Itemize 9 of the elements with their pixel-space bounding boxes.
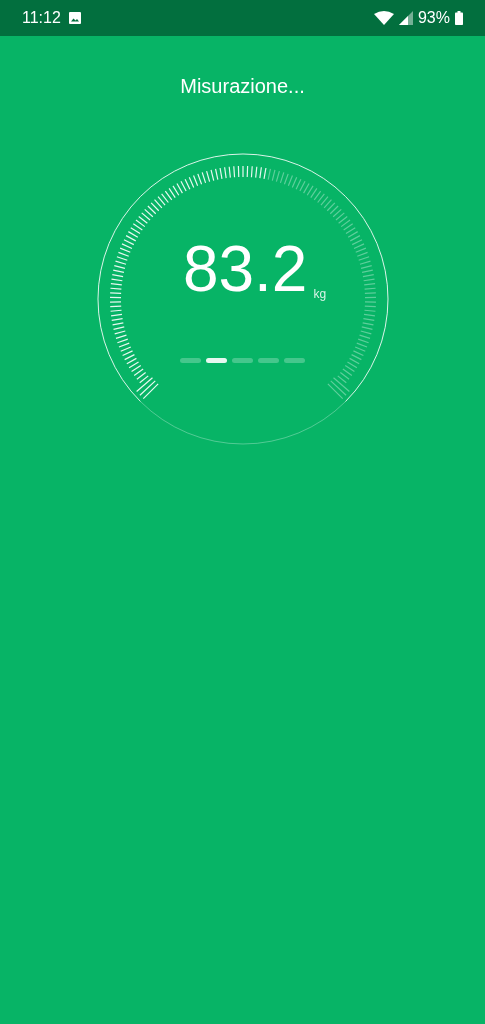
signal-icon — [398, 11, 413, 25]
weight-unit: kg — [313, 287, 327, 301]
weight-value: 83.2 — [182, 237, 308, 301]
status-time: 11:12 — [22, 9, 61, 27]
image-icon — [68, 12, 81, 24]
wifi-icon — [373, 11, 394, 25]
screen-title: Misurazione... — [179, 75, 306, 98]
battery-icon — [455, 11, 463, 25]
battery-percent: 93% — [417, 9, 450, 27]
